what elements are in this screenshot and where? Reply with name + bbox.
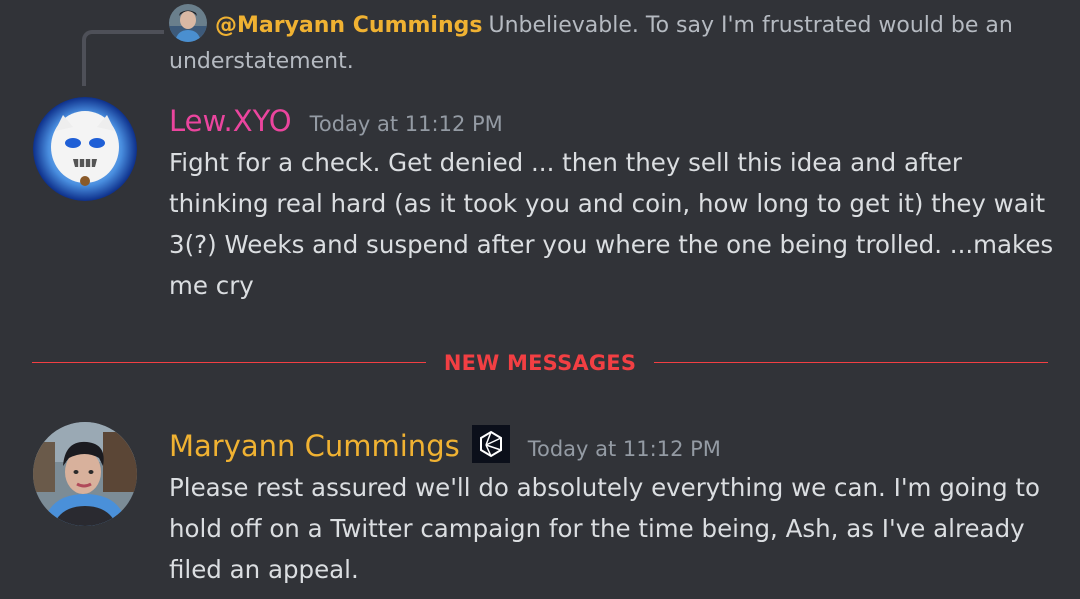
- timestamp[interactable]: Today at 11:12 PM: [310, 112, 503, 136]
- new-messages-label: NEW MESSAGES: [443, 351, 637, 375]
- author-name[interactable]: Maryann Cummings: [169, 429, 460, 463]
- reply-preview[interactable]: @Maryann Cummings Unbelievable. To say I'…: [169, 4, 1049, 80]
- reply-connector: [82, 30, 164, 86]
- hexagon-icon[interactable]: [471, 425, 510, 463]
- avatar[interactable]: [33, 97, 137, 201]
- reply-author[interactable]: @Maryann Cummings: [215, 13, 482, 38]
- divider-line-right: [654, 362, 1048, 363]
- message-header: Maryann Cummings Today at 11:12 PM: [169, 424, 721, 468]
- author-name[interactable]: Lew.XYO: [169, 104, 292, 138]
- chat-view: @Maryann Cummings Unbelievable. To say I'…: [0, 0, 1080, 599]
- message-content: Fight for a check. Get denied ... then t…: [169, 148, 1054, 300]
- new-messages-divider: NEW MESSAGES: [32, 343, 1048, 383]
- message-header: Lew.XYO Today at 11:12 PM: [169, 99, 503, 143]
- reply-avatar[interactable]: [169, 4, 207, 42]
- divider-line-left: [32, 362, 426, 363]
- message-content: Please rest assured we'll do absolutely …: [169, 473, 1041, 584]
- timestamp[interactable]: Today at 11:12 PM: [528, 437, 721, 461]
- avatar[interactable]: [33, 422, 137, 526]
